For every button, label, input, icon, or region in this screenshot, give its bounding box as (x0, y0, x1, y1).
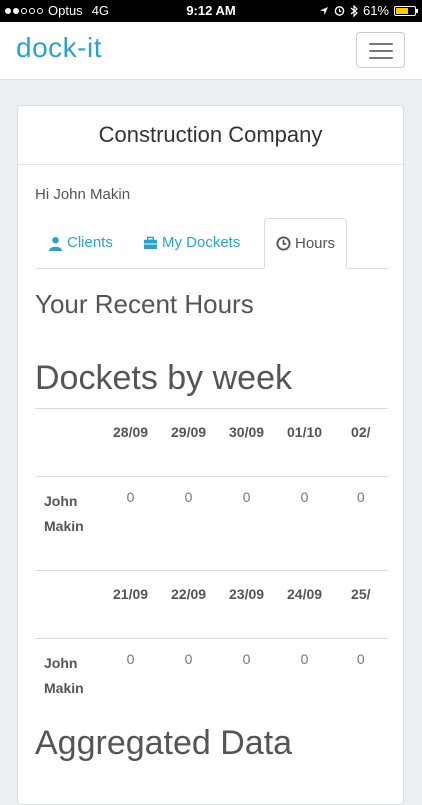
status-bar: Optus 4G 9:12 AM 61% (0, 0, 422, 22)
tab-label: Hours (295, 234, 336, 252)
menu-toggle-button[interactable] (356, 32, 405, 68)
bluetooth-icon (350, 4, 358, 17)
greeting: Hi John Makin (35, 186, 131, 203)
week-table: 21/09 22/09 23/09 24/09 25/ John Makin 0… (35, 570, 388, 729)
briefcase-icon (143, 236, 158, 249)
hours-value: 0 (184, 489, 193, 505)
tab-label: My Dockets (162, 234, 241, 251)
tab-hours[interactable]: Hours (264, 218, 348, 269)
company-title: Construction Company (18, 106, 403, 165)
week-table: 28/09 29/09 30/09 01/10 02/ John Makin 0… (35, 408, 388, 567)
aggregated-data-heading: Aggregated Data (35, 724, 293, 762)
tab-bar: Clients My Dockets Hours (35, 218, 388, 269)
table-row: John Makin 0 0 0 0 0 (35, 638, 388, 729)
hours-value: 0 (356, 651, 365, 667)
date-header: 28/09 (113, 424, 149, 440)
battery-percent: 61% (362, 3, 389, 18)
dockets-table: 28/09 29/09 30/09 01/10 02/ John Makin 0… (35, 408, 388, 567)
dockets-by-week-heading: Dockets by week (35, 359, 292, 397)
dockets-table: 21/09 22/09 23/09 24/09 25/ John Makin 0… (35, 570, 388, 729)
hours-value: 0 (356, 489, 365, 505)
status-icons: 61% (319, 3, 418, 18)
table-row: John Makin 0 0 0 0 0 (35, 476, 388, 567)
clock-icon (276, 236, 291, 251)
hours-value: 0 (126, 651, 135, 667)
tab-my-dockets[interactable]: My Dockets (143, 218, 240, 268)
date-header: 22/09 (171, 586, 207, 602)
battery-icon (394, 5, 418, 16)
date-header: 02/ (351, 424, 371, 440)
hours-value: 0 (242, 489, 251, 505)
date-header: 25/ (351, 586, 371, 602)
date-header: 23/09 (229, 586, 265, 602)
date-header: 01/10 (287, 424, 323, 440)
tab-label: Clients (67, 234, 113, 251)
logo[interactable]: dock-it (16, 32, 102, 64)
hours-value: 0 (300, 489, 309, 505)
hours-value: 0 (242, 651, 251, 667)
user-icon (48, 236, 63, 251)
alarm-icon (334, 6, 345, 16)
employee-name: John Makin (44, 493, 84, 534)
hours-value: 0 (184, 651, 193, 667)
table-header-row: 21/09 22/09 23/09 24/09 25/ (35, 570, 388, 639)
company-card: Construction Company Hi John Makin Clien… (17, 105, 404, 805)
recent-hours-heading: Your Recent Hours (35, 289, 254, 319)
hours-value: 0 (126, 489, 135, 505)
hamburger-icon (369, 43, 393, 45)
table-header-row: 28/09 29/09 30/09 01/10 02/ (35, 408, 388, 477)
hours-value: 0 (300, 651, 309, 667)
date-header: 29/09 (171, 424, 207, 440)
employee-name: John Makin (44, 655, 84, 696)
tab-clients[interactable]: Clients (48, 218, 113, 268)
location-arrow-icon (319, 6, 328, 15)
date-header: 30/09 (229, 424, 265, 440)
date-header: 24/09 (287, 586, 323, 602)
navbar: dock-it (0, 22, 422, 80)
date-header: 21/09 (113, 586, 149, 602)
